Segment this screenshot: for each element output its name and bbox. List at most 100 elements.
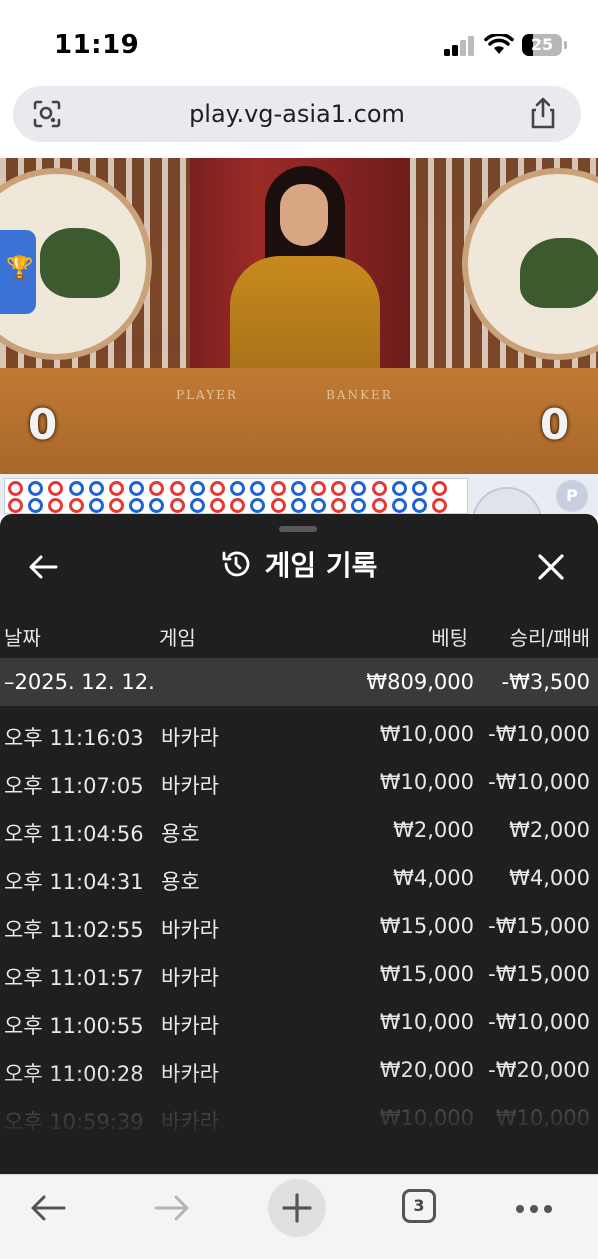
browser-toolbar: 3 [0,1174,598,1259]
bead-dot [311,498,326,513]
share-icon[interactable] [527,96,559,130]
bead-dot [169,498,185,513]
group-result-total: -₩3,500 [501,670,590,694]
more-menu-icon[interactable] [514,1203,554,1215]
history-row[interactable]: 오후 11:01:57 바카라 ₩15,000 -₩15,000 [0,948,598,996]
bead-dot [129,481,145,496]
bead-dot [28,498,44,513]
bead-dot [189,481,205,496]
bead-dot [109,481,124,496]
player-ask-button[interactable]: P [556,480,588,512]
row-result: ₩4,000 [509,866,590,890]
status-bar: 11:19 25 [0,0,598,80]
tab-switcher-button[interactable]: 3 [402,1189,436,1223]
close-icon[interactable] [534,550,568,584]
back-arrow-icon[interactable] [28,1191,68,1225]
game-history-sheet: 게임 기록 날짜 게임 베팅 승리/패배 –2025. 12. 12. ₩809… [0,514,598,1174]
bead-dot [391,481,407,496]
bonsai-plant [40,228,120,298]
row-result: -₩15,000 [488,962,590,986]
group-date: –2025. 12. 12. [4,670,155,694]
history-row[interactable]: 오후 11:07:05 바카라 ₩10,000 -₩10,000 [0,756,598,804]
row-time: 오후 11:01:57 [4,966,144,990]
bead-dot [230,481,246,496]
row-time: 오후 11:07:05 [4,774,144,798]
history-row[interactable]: 오후 11:04:31 용호 ₩4,000 ₩4,000 [0,852,598,900]
bead-dot [68,498,84,513]
new-tab-button[interactable] [268,1179,326,1237]
row-time: 오후 11:04:56 [4,822,144,846]
date-group-header[interactable]: –2025. 12. 12. ₩809,000 -₩3,500 [0,658,598,706]
banker-score: 0 [540,400,570,449]
url-text[interactable]: play.vg-asia1.com [13,86,581,142]
live-video[interactable] [0,158,598,474]
col-game: 게임 [159,626,196,650]
row-game: 바카라 [161,774,219,798]
bead-dot [210,481,225,496]
sheet-title-text: 게임 기록 [264,549,378,582]
history-icon [222,551,249,577]
row-game: 바카라 [161,726,219,750]
bead-dot [270,498,286,513]
row-time: 오후 11:02:55 [4,918,144,942]
row-result: ₩2,000 [509,818,590,842]
sheet-title: 게임 기록 [0,544,598,588]
row-result: -₩10,000 [488,722,590,746]
bead-dot [109,498,124,513]
row-bet: ₩10,000 [379,770,474,794]
history-row[interactable]: 오후 11:02:55 바카라 ₩15,000 -₩15,000 [0,900,598,948]
bead-dot [391,498,407,513]
bead-dot [48,498,64,513]
bead-dot [48,481,64,496]
bead-dot [432,498,448,513]
trophy-button[interactable]: 🏆 [0,230,36,314]
road-grid [4,478,468,514]
bead-road[interactable]: P [0,474,598,516]
row-game: 용호 [161,870,200,894]
bead-dot [331,498,347,513]
row-game: 바카라 [161,1014,219,1038]
status-time: 11:19 [54,30,140,60]
bead-dot [412,498,427,513]
bead-dot [371,481,387,496]
bead-dot [68,481,84,496]
row-game: 용호 [161,822,200,846]
bead-dot [351,498,367,513]
history-row[interactable]: 오후 11:04:56 용호 ₩2,000 ₩2,000 [0,804,598,852]
baccarat-table [0,368,598,474]
row-bet: ₩15,000 [379,962,474,986]
row-bet: ₩10,000 [379,722,474,746]
bead-dot [250,498,266,513]
group-bet-total: ₩809,000 [366,670,474,694]
bead-dot [311,481,326,496]
sheet-drag-handle[interactable] [279,526,317,532]
row-bet: ₩15,000 [379,914,474,938]
row-game: 바카라 [161,918,219,942]
battery-icon: 25 [522,34,562,56]
bead-dot [412,481,427,496]
row-time: 오후 11:00:55 [4,1014,144,1038]
row-time: 오후 11:04:31 [4,870,144,894]
plus-icon [282,1193,312,1223]
road-dial [472,487,542,516]
row-game: 바카라 [161,966,219,990]
battery-level: 25 [530,35,554,54]
wifi-icon [484,34,514,54]
bonsai-plant [520,238,598,308]
row-result: -₩10,000 [488,770,590,794]
col-result: 승리/패배 [509,626,590,650]
row-bet: ₩10,000 [379,1010,474,1034]
address-bar[interactable]: play.vg-asia1.com [13,86,581,142]
bead-dot [290,481,306,496]
history-row[interactable]: 오후 11:00:55 바카라 ₩10,000 -₩10,000 [0,996,598,1044]
bead-dot [149,498,165,513]
bead-dot [371,498,387,513]
bead-dot [129,498,145,513]
history-row[interactable]: 오후 11:16:03 바카라 ₩10,000 -₩10,000 [0,708,598,756]
bead-dot [149,481,165,496]
bead-dot [8,481,23,496]
trophy-icon: 🏆 [6,256,34,281]
col-bet: 베팅 [431,626,468,650]
forward-arrow-icon[interactable] [152,1191,192,1225]
bead-dot [8,498,23,513]
